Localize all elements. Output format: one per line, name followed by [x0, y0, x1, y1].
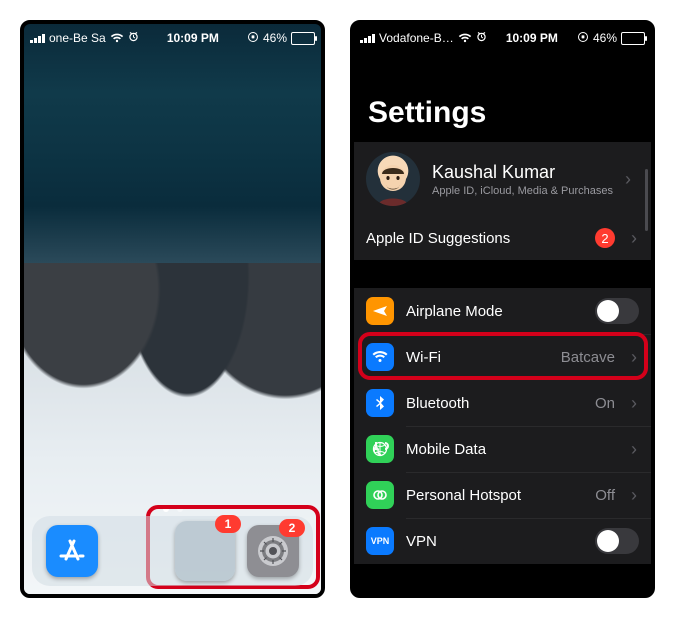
wifi-label: Wi-Fi	[406, 349, 441, 366]
vpn-icon: VPN	[366, 527, 394, 555]
chevron-right-icon: ›	[631, 439, 639, 460]
battery-icon	[291, 32, 315, 45]
carrier-label: one-Be Sa	[49, 31, 106, 45]
suggestions-count-badge: 2	[595, 228, 615, 248]
profile-name: Kaushal Kumar	[432, 162, 613, 183]
app-folder-icon[interactable]: 1	[175, 521, 235, 581]
home-wallpaper: one-Be Sa 10:09 PM 46%	[24, 24, 321, 594]
airplane-toggle[interactable]	[595, 298, 639, 324]
alarm-icon	[476, 31, 487, 45]
wifi-icon	[458, 33, 472, 43]
cellular-signal-icon	[360, 33, 375, 43]
airplane-mode-row[interactable]: Airplane Mode	[354, 288, 651, 334]
clock-time: 10:09 PM	[167, 31, 219, 45]
chevron-right-icon: ›	[631, 228, 639, 249]
bluetooth-row[interactable]: Bluetooth On ›	[354, 380, 651, 426]
bluetooth-label: Bluetooth	[406, 395, 469, 412]
wifi-row[interactable]: Wi-Fi Batcave ›	[354, 334, 651, 380]
cellular-signal-icon	[30, 33, 45, 43]
memoji-avatar	[366, 152, 420, 206]
chevron-right-icon: ›	[631, 485, 639, 506]
vpn-toggle[interactable]	[595, 528, 639, 554]
carrier-label: Vodafone-B…	[379, 31, 454, 45]
connectivity-group: Airplane Mode Wi-Fi Batcave › Bluetooth …	[354, 288, 651, 564]
alarm-icon	[128, 31, 139, 45]
apple-id-suggestions-label: Apple ID Suggestions	[366, 230, 510, 247]
battery-pct: 46%	[593, 31, 617, 45]
personal-hotspot-row[interactable]: Personal Hotspot Off ›	[354, 472, 651, 518]
airplane-mode-label: Airplane Mode	[406, 303, 503, 320]
airplane-icon	[366, 297, 394, 325]
clock-time: 10:09 PM	[506, 31, 558, 45]
page-indicator[interactable]	[24, 506, 321, 512]
chevron-right-icon: ›	[625, 169, 639, 190]
apple-id-suggestions-row[interactable]: Apple ID Suggestions 2 ›	[354, 216, 651, 260]
rotation-lock-icon	[247, 31, 259, 46]
battery-icon	[621, 32, 645, 45]
vpn-label: VPN	[406, 533, 437, 550]
status-bar: Vodafone-B… 10:09 PM 46%	[354, 24, 651, 48]
mobile-data-icon	[366, 435, 394, 463]
status-bar: one-Be Sa 10:09 PM 46%	[24, 24, 321, 48]
bluetooth-value: On	[595, 395, 615, 412]
wifi-settings-icon	[366, 343, 394, 371]
apple-id-profile-row[interactable]: Kaushal Kumar Apple ID, iCloud, Media & …	[354, 142, 651, 216]
settings-app-icon[interactable]: 2	[247, 525, 299, 577]
bluetooth-icon	[366, 389, 394, 417]
mobile-data-label: Mobile Data	[406, 441, 486, 458]
wifi-icon	[110, 33, 124, 43]
page-title: Settings	[368, 96, 651, 130]
profile-group: Kaushal Kumar Apple ID, iCloud, Media & …	[354, 142, 651, 260]
hotspot-label: Personal Hotspot	[406, 487, 521, 504]
wifi-value: Batcave	[561, 349, 615, 366]
profile-subtitle: Apple ID, iCloud, Media & Purchases	[432, 185, 613, 197]
vpn-row[interactable]: VPN VPN	[354, 518, 651, 564]
chevron-right-icon: ›	[631, 347, 639, 368]
mobile-data-row[interactable]: Mobile Data ›	[354, 426, 651, 472]
settings-badge: 2	[279, 519, 305, 537]
chevron-right-icon: ›	[631, 393, 639, 414]
iphone-home-screen: one-Be Sa 10:09 PM 46%	[20, 20, 325, 598]
hotspot-icon	[366, 481, 394, 509]
folder-badge: 1	[215, 515, 241, 533]
hotspot-value: Off	[595, 487, 615, 504]
battery-pct: 46%	[263, 31, 287, 45]
rotation-lock-icon	[577, 31, 589, 46]
dock: 1 2	[32, 516, 313, 586]
iphone-settings-screen: Vodafone-B… 10:09 PM 46% Settings	[350, 20, 655, 598]
app-store-app-icon[interactable]	[46, 525, 98, 577]
scroll-indicator	[645, 169, 648, 231]
